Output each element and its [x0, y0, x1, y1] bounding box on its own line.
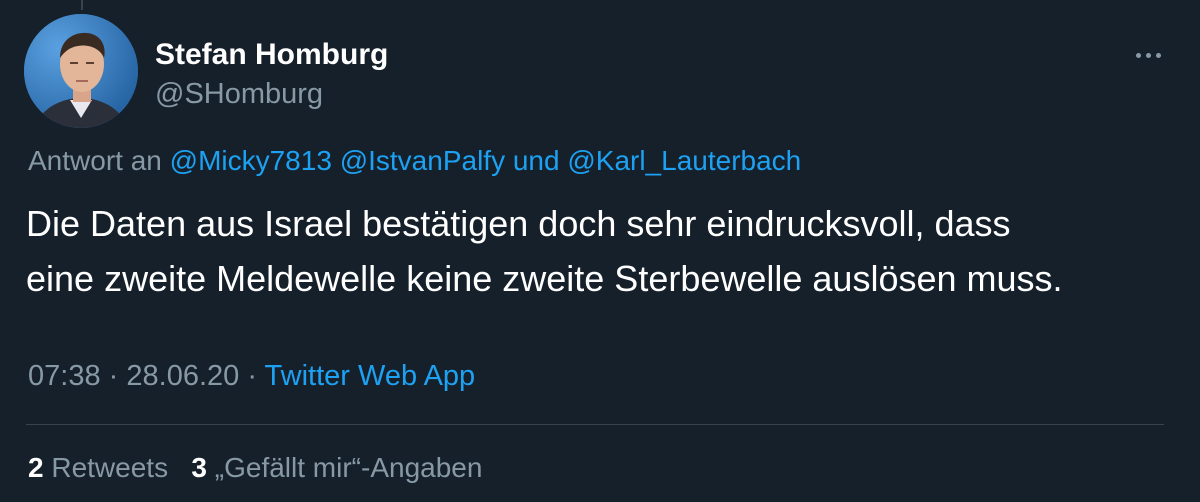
tweet-text-line: Die Daten aus Israel bestätigen doch seh…	[26, 203, 1011, 244]
tweet-stats: 2 Retweets 3 „Gefällt mir“-Angaben	[28, 452, 482, 484]
dot	[1155, 52, 1161, 58]
reply-conjunction: und	[512, 145, 560, 176]
retweets-label: Retweets	[51, 452, 169, 483]
mention-link[interactable]: @Karl_Lauterbach	[567, 145, 801, 176]
tweet-time[interactable]: 07:38	[28, 360, 101, 392]
likes-count: 3	[191, 452, 207, 483]
avatar-image	[24, 14, 138, 128]
divider	[26, 424, 1164, 425]
tweet-date[interactable]: 28.06.20	[126, 360, 239, 392]
likes-label: „Gefällt mir“-Angaben	[214, 452, 483, 483]
author-handle[interactable]: @SHomburg	[155, 78, 323, 111]
dot	[1145, 52, 1151, 58]
thread-connector-line	[81, 0, 83, 10]
reply-prefix: Antwort an	[28, 145, 162, 176]
likes-stat[interactable]: 3 „Gefällt mir“-Angaben	[191, 452, 482, 483]
dot	[1135, 52, 1141, 58]
tweet-source-link[interactable]: Twitter Web App	[265, 360, 476, 392]
meta-separator: ·	[108, 360, 119, 392]
tweet-text: Die Daten aus Israel bestätigen doch seh…	[26, 196, 1176, 306]
tweet-meta: 07:38 · 28.06.20 · Twitter Web App	[28, 360, 475, 393]
avatar[interactable]	[24, 14, 138, 128]
retweets-stat[interactable]: 2 Retweets	[28, 452, 168, 483]
meta-separator: ·	[247, 360, 257, 392]
tweet-text-line: eine zweite Meldewelle keine zweite Ster…	[26, 258, 1063, 299]
author-name[interactable]: Stefan Homburg	[155, 38, 388, 72]
more-options-icon[interactable]	[1128, 40, 1168, 70]
mention-link[interactable]: @IstvanPalfy	[340, 145, 505, 176]
reply-context: Antwort an @Micky7813 @IstvanPalfy und @…	[28, 145, 801, 177]
mention-link[interactable]: @Micky7813	[170, 145, 332, 176]
retweets-count: 2	[28, 452, 44, 483]
